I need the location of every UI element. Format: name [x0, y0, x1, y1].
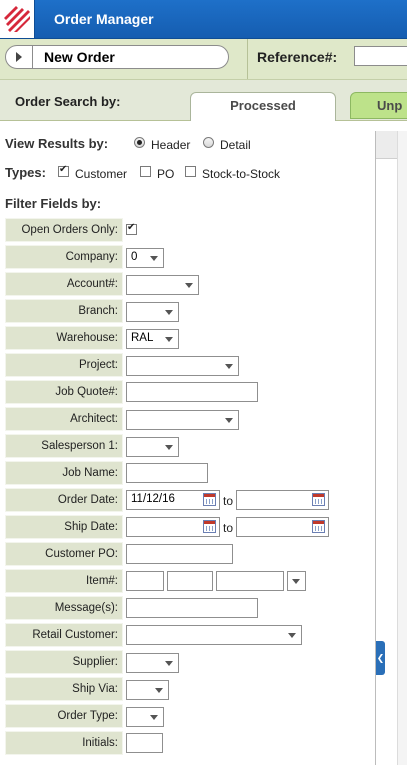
tab-processed[interactable]: Processed	[190, 92, 336, 121]
chevron-down-icon	[150, 256, 158, 261]
play-icon	[6, 46, 33, 68]
ship-date-to-label: to	[223, 521, 234, 535]
results-scrollbar[interactable]	[397, 131, 407, 765]
view-results-label: View Results by:	[5, 136, 109, 151]
chevron-down-icon	[225, 364, 233, 369]
chevron-down-icon	[165, 661, 173, 666]
detail-radio-label: Detail	[220, 138, 251, 152]
item-label: Item#:	[5, 569, 123, 593]
ship-date-from-input[interactable]	[126, 517, 220, 537]
order-date-from-input[interactable]: 11/12/16	[126, 490, 220, 510]
job-name-label: Job Name:	[5, 461, 123, 485]
order-date-from-value: 11/12/16	[131, 493, 175, 505]
branch-select[interactable]	[126, 302, 179, 322]
job-quote-input[interactable]	[126, 382, 258, 402]
header-radio[interactable]	[134, 137, 145, 148]
reference-input[interactable]	[354, 46, 407, 66]
new-order-button[interactable]: New Order	[5, 45, 229, 69]
ship-via-label: Ship Via:	[5, 677, 123, 701]
ship-date-label: Ship Date:	[5, 515, 123, 539]
tab-unprocessed[interactable]: Unp	[350, 92, 407, 119]
item-part3-input[interactable]	[216, 571, 284, 591]
job-name-input[interactable]	[126, 463, 208, 483]
calendar-icon[interactable]	[312, 493, 325, 506]
customer-checkbox[interactable]	[58, 164, 69, 177]
chevron-down-icon	[150, 715, 158, 720]
order-date-to-label: to	[223, 494, 234, 508]
po-checkbox-label: PO	[157, 167, 175, 181]
customer-checkbox-label: Customer	[75, 167, 128, 181]
company-select[interactable]: 0	[126, 248, 164, 268]
chevron-down-icon	[288, 633, 296, 638]
chevron-down-icon	[165, 310, 173, 315]
chevron-down-icon	[155, 688, 163, 693]
order-search-label: Order Search by:	[15, 94, 121, 109]
detail-radio[interactable]	[203, 137, 214, 148]
chevron-down-icon	[225, 418, 233, 423]
stock-to-stock-checkbox-label: Stock-to-Stock	[202, 167, 281, 181]
retail-customer-select[interactable]	[126, 625, 302, 645]
po-checkbox[interactable]	[140, 166, 151, 177]
order-type-label: Order Type:	[5, 704, 123, 728]
ship-date-to-input[interactable]	[236, 517, 329, 537]
salesperson-label: Salesperson 1:	[5, 434, 123, 458]
toolbar-divider	[247, 39, 248, 79]
chevron-down-icon	[165, 337, 173, 342]
new-order-label: New Order	[44, 49, 115, 65]
company-label: Company:	[5, 245, 123, 269]
company-value: 0	[131, 251, 138, 263]
header-radio-label: Header	[151, 138, 191, 152]
app-logo-icon	[0, 0, 35, 38]
warehouse-select[interactable]: RAL	[126, 329, 179, 349]
architect-select[interactable]	[126, 410, 239, 430]
reference-label: Reference#:	[257, 49, 338, 65]
supplier-select[interactable]	[126, 653, 179, 673]
stock-to-stock-checkbox[interactable]	[185, 166, 196, 177]
item-part1-input[interactable]	[126, 571, 164, 591]
architect-label: Architect:	[5, 407, 123, 431]
item-part2-input[interactable]	[167, 571, 213, 591]
chevron-down-icon	[165, 445, 173, 450]
warehouse-label: Warehouse:	[5, 326, 123, 350]
open-orders-checkbox[interactable]	[126, 222, 137, 235]
project-select[interactable]	[126, 356, 239, 376]
job-quote-label: Job Quote#:	[5, 380, 123, 404]
initials-label: Initials:	[5, 731, 123, 755]
salesperson-select[interactable]	[126, 437, 179, 457]
messages-label: Message(s):	[5, 596, 123, 620]
item-select[interactable]	[287, 571, 306, 591]
customer-po-label: Customer PO:	[5, 542, 123, 566]
title-bar: Order Manager	[0, 0, 407, 39]
account-select[interactable]	[126, 275, 199, 295]
order-type-select[interactable]	[126, 707, 164, 727]
calendar-icon[interactable]	[203, 520, 216, 533]
open-orders-label: Open Orders Only:	[5, 218, 123, 242]
customer-po-input[interactable]	[126, 544, 233, 564]
app-title: Order Manager	[54, 11, 154, 27]
search-tab-bar: Order Search by: Processed Unp	[0, 80, 407, 121]
messages-input[interactable]	[126, 598, 258, 618]
ship-via-select[interactable]	[126, 680, 169, 700]
chevron-down-icon	[292, 579, 300, 584]
order-date-to-input[interactable]	[236, 490, 329, 510]
supplier-label: Supplier:	[5, 650, 123, 674]
warehouse-value: RAL	[131, 332, 154, 344]
chevron-down-icon	[185, 283, 193, 288]
order-date-label: Order Date:	[5, 488, 123, 512]
toolbar: New Order Reference#:	[0, 39, 407, 80]
calendar-icon[interactable]	[203, 493, 216, 506]
project-label: Project:	[5, 353, 123, 377]
calendar-icon[interactable]	[312, 520, 325, 533]
types-label: Types:	[5, 165, 46, 180]
filter-fields-label: Filter Fields by:	[5, 196, 102, 211]
branch-label: Branch:	[5, 299, 123, 323]
retail-customer-label: Retail Customer:	[5, 623, 123, 647]
account-label: Account#:	[5, 272, 123, 296]
initials-input[interactable]	[126, 733, 163, 753]
collapse-panel-button[interactable]: ❮	[376, 641, 385, 675]
